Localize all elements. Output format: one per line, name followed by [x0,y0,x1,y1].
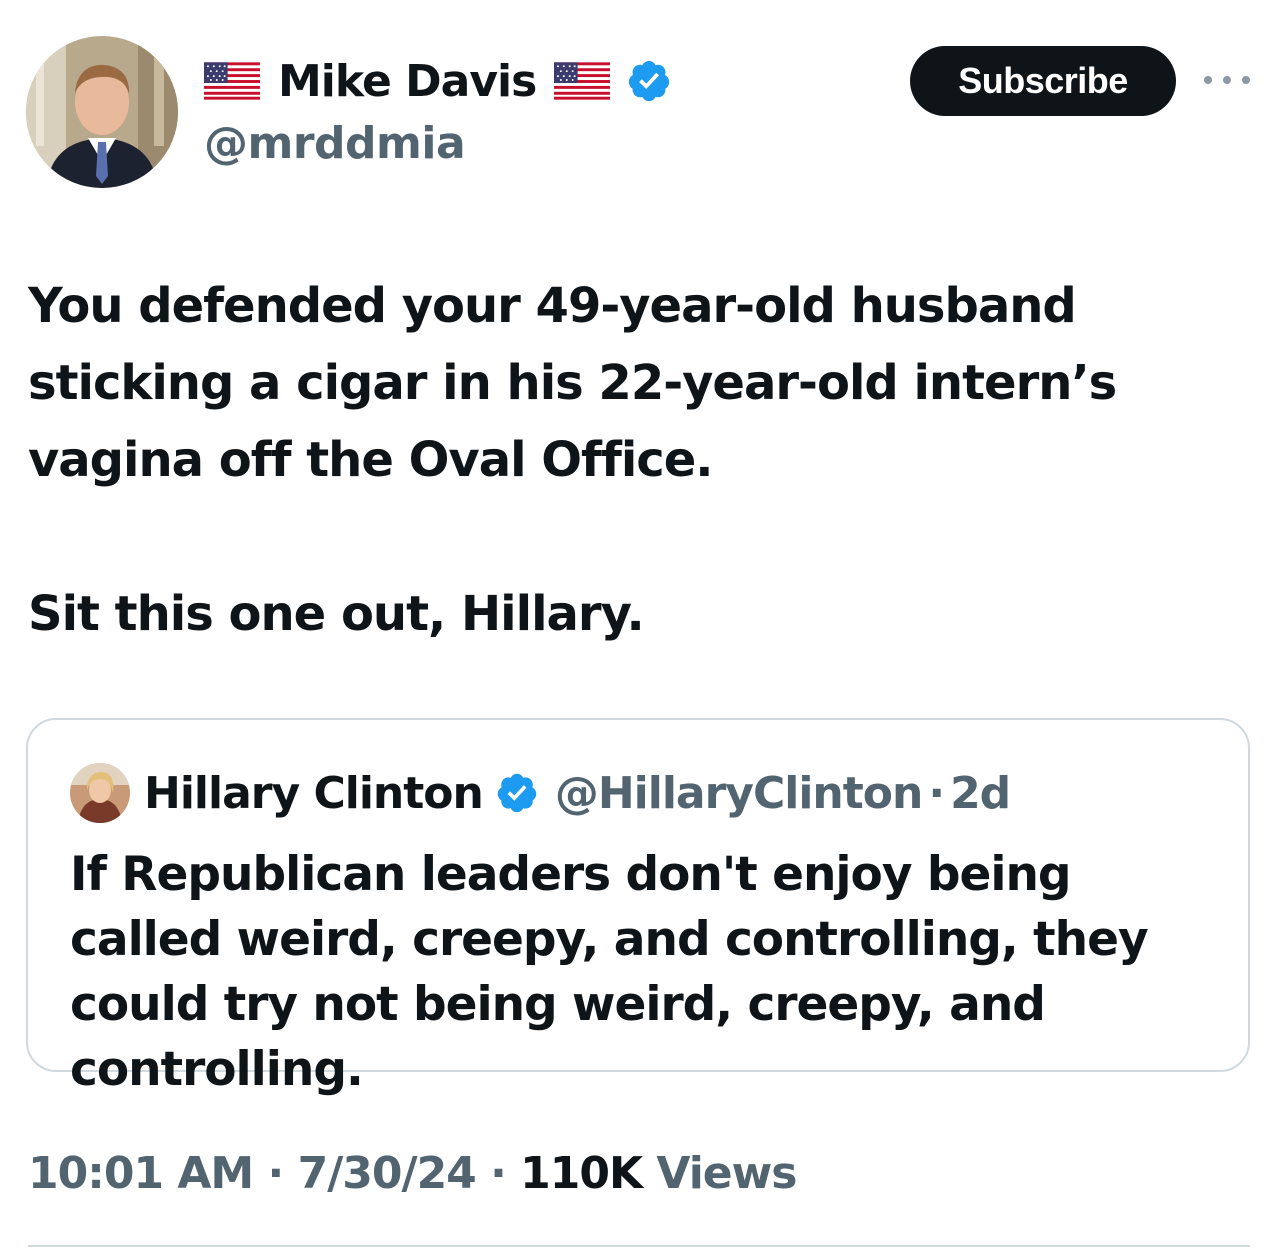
more-options-icon[interactable] [1204,68,1250,92]
author-name-row: Mike Davis [204,52,672,110]
separator-dot: · [253,1148,298,1199]
author-display-name[interactable]: Mike Davis [278,56,537,107]
us-flag-icon [554,62,611,100]
tweet-date[interactable]: 7/30/24 [298,1148,477,1199]
tweet-body: You defended your 49-year-old husband st… [28,268,1248,653]
quoted-tweet-header: Hillary Clinton @HillaryClinton · 2d [70,762,1011,824]
divider [28,1245,1250,1247]
verified-badge-icon[interactable] [626,58,672,104]
quoted-author-avatar[interactable] [70,763,130,823]
separator-dot: · [475,1148,521,1199]
author-handle[interactable]: @mrddmia [204,118,466,169]
us-flag-icon [204,62,260,100]
quoted-author-handle[interactable]: @HillaryClinton [555,768,924,819]
tweet-time[interactable]: 10:01 AM [28,1148,254,1199]
verified-badge-icon[interactable] [495,771,539,815]
tweet-meta: 10:01 AM · 7/30/24 · 110K Views [28,1148,797,1199]
separator-dot: · [928,767,945,819]
views-count[interactable]: 110K [520,1148,643,1199]
quoted-tweet-card[interactable]: Hillary Clinton @HillaryClinton · 2d If … [26,718,1250,1097]
quoted-tweet-text: If Republican leaders don't enjoy being … [70,847,1149,1097]
tweet-paragraph: You defended your 49-year-old husband st… [28,278,1117,488]
quoted-tweet-time[interactable]: 2d [950,768,1011,819]
views-label: Views [642,1148,797,1199]
author-avatar[interactable] [26,36,178,188]
quoted-author-name[interactable]: Hillary Clinton [144,768,484,819]
subscribe-button[interactable]: Subscribe [910,46,1176,116]
tweet-paragraph: Sit this one out, Hillary. [28,586,645,642]
